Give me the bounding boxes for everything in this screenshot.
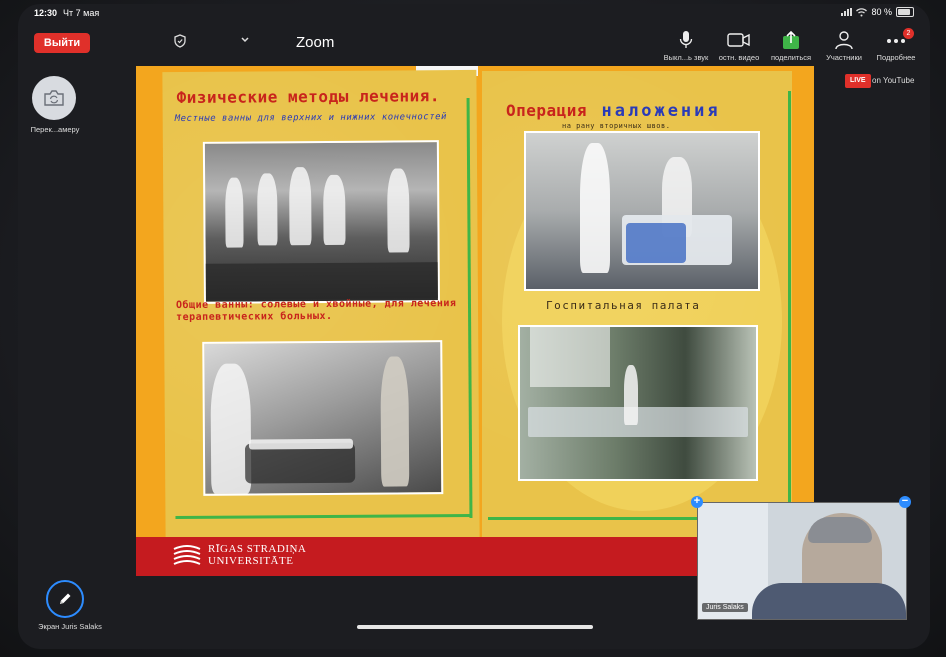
- status-indicators: 80 %: [841, 7, 914, 17]
- photo-floor: [205, 262, 438, 300]
- chevron-down-icon[interactable]: [240, 36, 250, 44]
- photo-local-baths: [202, 140, 440, 304]
- mute-label: Выкл...ь звук: [663, 53, 709, 62]
- participants-icon: [835, 31, 853, 50]
- photo-windows: [530, 327, 610, 387]
- video-camera-icon: [727, 33, 750, 47]
- mic-icon: [679, 31, 693, 48]
- photo-figure: [580, 143, 610, 273]
- notification-badge: 2: [903, 28, 914, 39]
- more-label: Подробнее: [876, 53, 916, 62]
- stop-video-button[interactable]: остн. видео: [709, 30, 769, 62]
- left-page-title: Физические методы лечения.: [176, 86, 441, 108]
- right-title-part-a: Операция: [506, 101, 588, 120]
- photo-figure: [225, 177, 244, 248]
- university-name-line2: UNIVERSITĀTE: [208, 555, 294, 567]
- right-page-subtitle: на рану вторичных швов.: [562, 122, 671, 130]
- share-screen-icon: [783, 30, 799, 49]
- camera-switch-icon: [44, 90, 64, 106]
- live-badge[interactable]: LIVE: [845, 74, 871, 88]
- battery-icon: [896, 7, 914, 17]
- shield-icon[interactable]: [174, 34, 186, 48]
- battery-percent: 80 %: [871, 7, 892, 17]
- live-destination: on YouTube: [872, 76, 915, 85]
- photo-figure: [380, 356, 410, 487]
- mute-button[interactable]: Выкл...ь звук: [656, 30, 716, 62]
- album-page-left: Физические методы лечения. Местные ванны…: [162, 69, 480, 543]
- photo-figure: [257, 173, 278, 246]
- photo-operation: [524, 131, 760, 291]
- left-page-subtitle: Местные ванны для верхних и нижних конеч…: [174, 112, 447, 125]
- university-name: RĪGAS STRADIŅA UNIVERSITĀTE: [208, 543, 306, 567]
- wifi-icon: [856, 7, 868, 16]
- minimize-video-button[interactable]: −: [899, 496, 911, 508]
- leave-meeting-button[interactable]: Выйти: [34, 33, 90, 53]
- video-person-hair: [808, 517, 872, 543]
- shared-screen: Физические методы лечения. Местные ванны…: [136, 66, 814, 576]
- photo-general-baths: [202, 340, 444, 496]
- photo-bathtub-rim: [248, 438, 353, 450]
- video-person-shirt: [752, 583, 906, 619]
- annotate-label: Экран Juris Salaks: [38, 622, 102, 631]
- video-participant-name: Juris Salaks: [702, 603, 748, 612]
- university-name-line1: RĪGAS STRADIŅA: [208, 543, 307, 555]
- cell-signal-icon: [841, 8, 853, 16]
- photo-figure: [624, 365, 638, 425]
- participants-label: Участники: [826, 53, 862, 62]
- right-title-part-b: наложения: [601, 101, 721, 121]
- share-screen-button[interactable]: поделиться: [761, 30, 821, 62]
- more-button[interactable]: 2 Подробнее: [866, 28, 926, 62]
- status-date: Чт 7 мая: [63, 8, 100, 18]
- pencil-icon: [60, 593, 71, 604]
- share-screen-label: поделиться: [770, 53, 812, 62]
- switch-camera-button[interactable]: [32, 76, 76, 120]
- photo-figure: [323, 174, 346, 245]
- status-time: 12:30: [34, 8, 58, 18]
- meeting-title: Zoom: [296, 34, 335, 51]
- home-indicator[interactable]: [357, 625, 593, 629]
- switch-camera-label: Перек...амеру: [30, 125, 80, 134]
- stop-video-label: остн. видео: [718, 53, 760, 62]
- photo-hospital-ward: [518, 325, 758, 481]
- left-page-caption: Общие ванны: солевые и хвойные, для лече…: [175, 298, 457, 324]
- university-logo-icon: [173, 545, 201, 565]
- annotate-button[interactable]: [46, 580, 84, 618]
- right-page-caption: Госпитальная палата: [546, 299, 701, 312]
- expand-video-button[interactable]: +: [691, 496, 703, 508]
- participants-button[interactable]: Участники: [814, 30, 874, 62]
- green-border: [788, 91, 791, 521]
- photo-figure: [387, 168, 410, 253]
- photo-figure: [289, 167, 312, 246]
- right-page-title: Операция наложения: [506, 101, 721, 121]
- green-border: [175, 513, 472, 520]
- photo-beds: [528, 407, 748, 437]
- album-page-right: Операция наложения на рану вторичных шво…: [482, 71, 792, 541]
- photo-blue-tint: [626, 223, 686, 263]
